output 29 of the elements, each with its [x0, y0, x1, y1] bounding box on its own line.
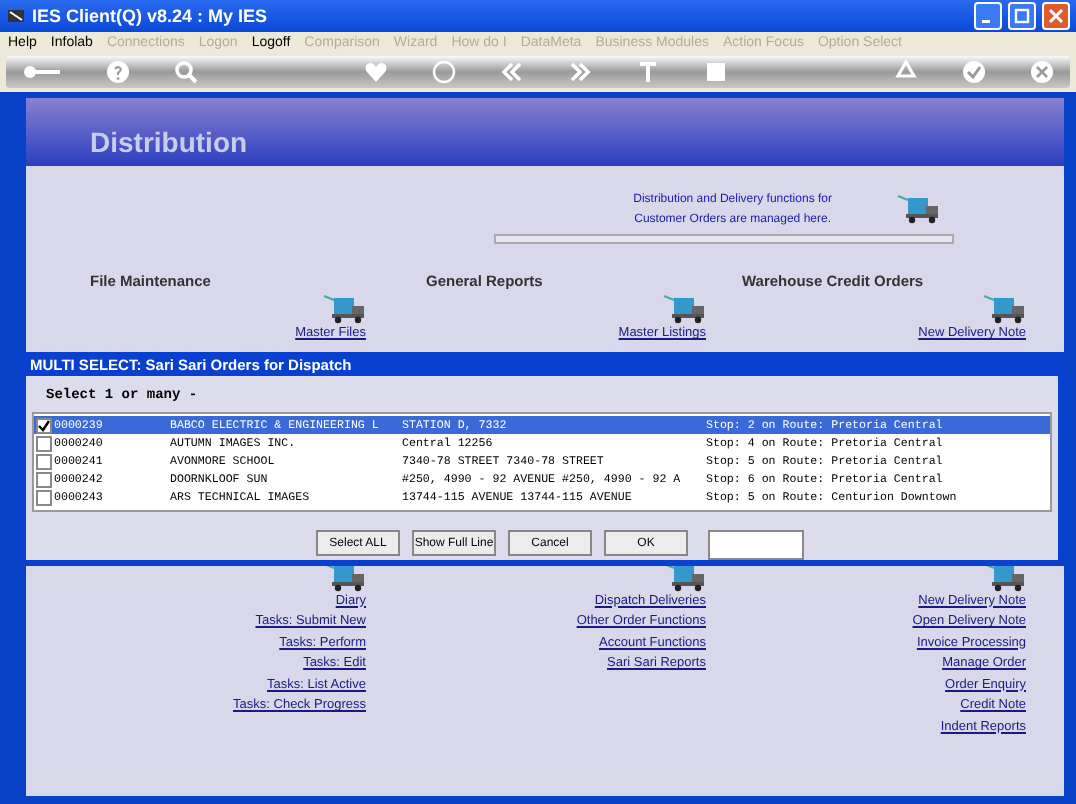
tee-icon[interactable]: [636, 60, 660, 84]
checkbox[interactable]: [36, 453, 52, 469]
double-right-icon[interactable]: [568, 60, 592, 84]
delivery-truck-icon: [982, 292, 1026, 324]
maximize-button[interactable]: [1008, 2, 1036, 30]
checkbox[interactable]: [36, 489, 52, 505]
checkbox[interactable]: [36, 471, 52, 487]
help-icon[interactable]: [106, 60, 130, 84]
square-icon[interactable]: [704, 60, 728, 84]
close-icon[interactable]: [1030, 60, 1054, 84]
banner-title: Distribution: [90, 126, 248, 158]
key-icon[interactable]: [22, 60, 62, 84]
heart-icon[interactable]: [364, 60, 388, 84]
minimize-button[interactable]: [974, 2, 1002, 30]
close-button[interactable]: [1042, 2, 1070, 30]
delivery-truck-icon: [896, 192, 940, 224]
check-icon[interactable]: [962, 60, 986, 84]
double-left-icon[interactable]: [500, 60, 524, 84]
delivery-truck-icon: [322, 292, 366, 324]
checkbox[interactable]: [36, 435, 52, 451]
app-icon: [6, 6, 26, 26]
close-icon: [1048, 8, 1064, 24]
input-field[interactable]: [708, 530, 804, 560]
maximize-icon: [1014, 8, 1030, 24]
circle-icon[interactable]: [432, 60, 456, 84]
delivery-truck-icon: [662, 292, 706, 324]
checkbox[interactable]: [36, 417, 52, 433]
window-title: IES Client(Q) v8.24 : My IES: [32, 6, 270, 26]
search-icon[interactable]: [174, 60, 198, 84]
